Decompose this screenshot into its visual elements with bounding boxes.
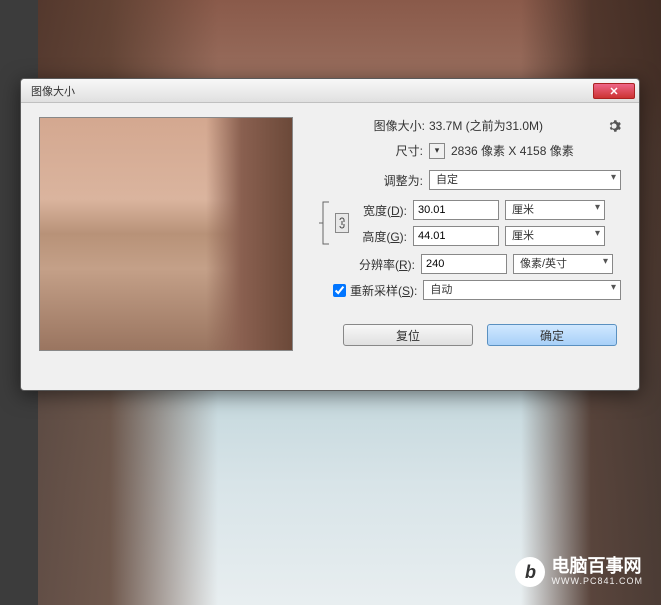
width-label: 宽度(D): — [349, 202, 413, 219]
dialog-title: 图像大小 — [31, 83, 593, 99]
watermark-title: 电脑百事网 — [551, 557, 643, 577]
link-icon — [338, 216, 346, 230]
watermark: b 电脑百事网 WWW.PC841.COM — [515, 557, 643, 587]
controls-panel: 图像大小: 33.7M (之前为31.0M) 尺寸: ▾ 2836 像素 X 4… — [313, 117, 621, 351]
dialog-content: 图像大小: 33.7M (之前为31.0M) 尺寸: ▾ 2836 像素 X 4… — [21, 103, 639, 365]
resolution-unit-select[interactable]: 像素/英寸 — [513, 254, 613, 274]
dimensions-unit-toggle[interactable]: ▾ — [429, 143, 445, 159]
image-size-label: 图像大小: — [313, 117, 429, 134]
resample-checkbox[interactable] — [333, 284, 346, 297]
dimensions-label: 尺寸: — [313, 142, 429, 159]
image-preview[interactable] — [39, 117, 293, 351]
resample-method-select[interactable]: 自动 — [423, 280, 621, 300]
width-input[interactable] — [413, 200, 499, 220]
resolution-input[interactable] — [421, 254, 507, 274]
height-label: 高度(G): — [349, 228, 413, 245]
dimensions-value: 2836 像素 X 4158 像素 — [451, 142, 574, 159]
fit-to-label: 调整为: — [313, 172, 429, 189]
close-button[interactable] — [593, 83, 635, 99]
constrain-proportions-button[interactable] — [335, 213, 349, 233]
gear-icon[interactable] — [607, 119, 621, 133]
watermark-url: WWW.PC841.COM — [551, 577, 643, 587]
reset-button[interactable]: 复位 — [343, 324, 473, 346]
resolution-label: 分辨率(R): — [313, 256, 421, 273]
close-icon — [610, 87, 618, 95]
dialog-titlebar: 图像大小 — [21, 79, 639, 103]
constrain-bracket — [313, 198, 335, 248]
resample-label: 重新采样(S): — [350, 282, 417, 299]
watermark-logo: b — [515, 557, 545, 587]
height-unit-select[interactable]: 厘米 — [505, 226, 605, 246]
image-size-value: 33.7M (之前为31.0M) — [429, 117, 607, 134]
width-unit-select[interactable]: 厘米 — [505, 200, 605, 220]
fit-to-select[interactable]: 自定 — [429, 170, 621, 190]
ok-button[interactable]: 确定 — [487, 324, 617, 346]
height-input[interactable] — [413, 226, 499, 246]
image-size-dialog: 图像大小 图像大小: 33.7M (之前为31.0M) 尺寸: ▾ 2836 像… — [20, 78, 640, 391]
